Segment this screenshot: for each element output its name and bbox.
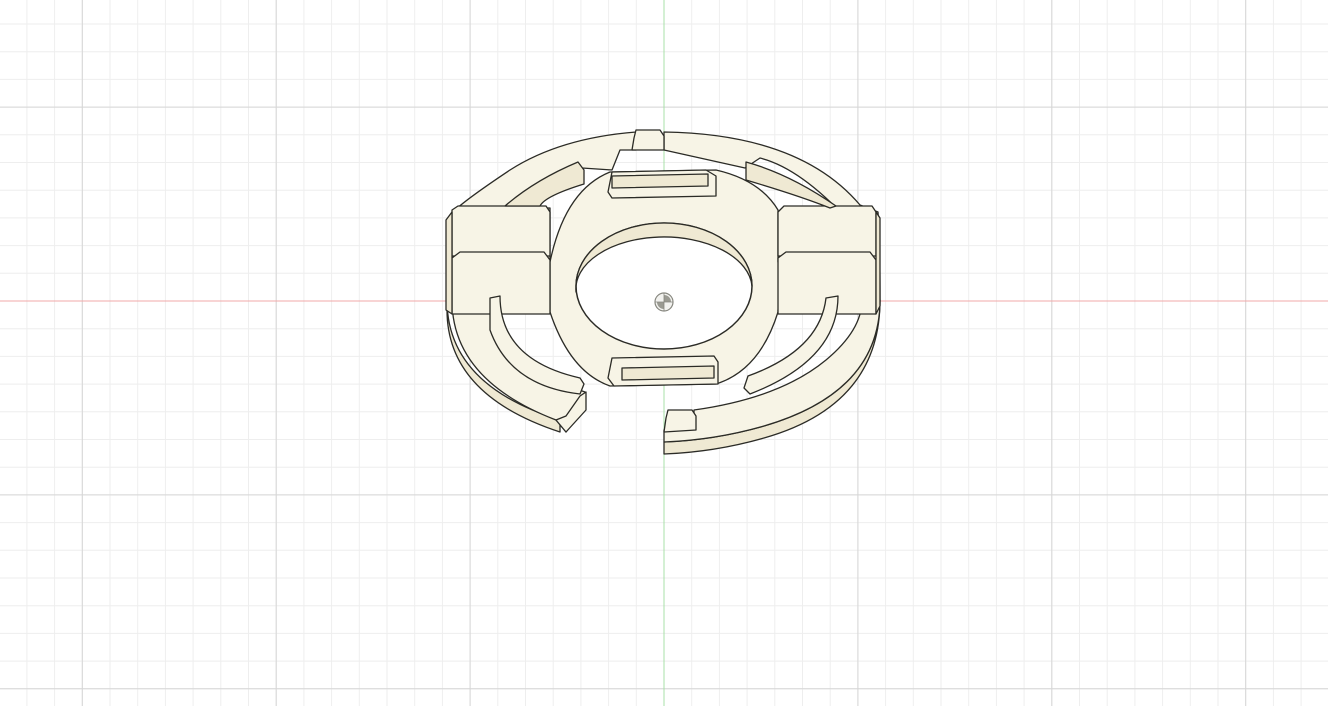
bottom-tab xyxy=(663,409,697,433)
top-slot-inner xyxy=(611,173,709,189)
right-block-top xyxy=(777,205,877,257)
origin-marker-icon[interactable] xyxy=(654,292,674,312)
bottom-slot-inner xyxy=(621,365,715,381)
top-tab xyxy=(631,129,665,151)
left-block-top xyxy=(451,205,551,257)
left-block-side xyxy=(445,211,453,315)
viewport-canvas[interactable] xyxy=(0,0,1328,706)
ring-bracket-part[interactable] xyxy=(445,129,881,455)
right-block-side xyxy=(875,211,881,315)
3d-viewport[interactable] xyxy=(0,0,1328,706)
